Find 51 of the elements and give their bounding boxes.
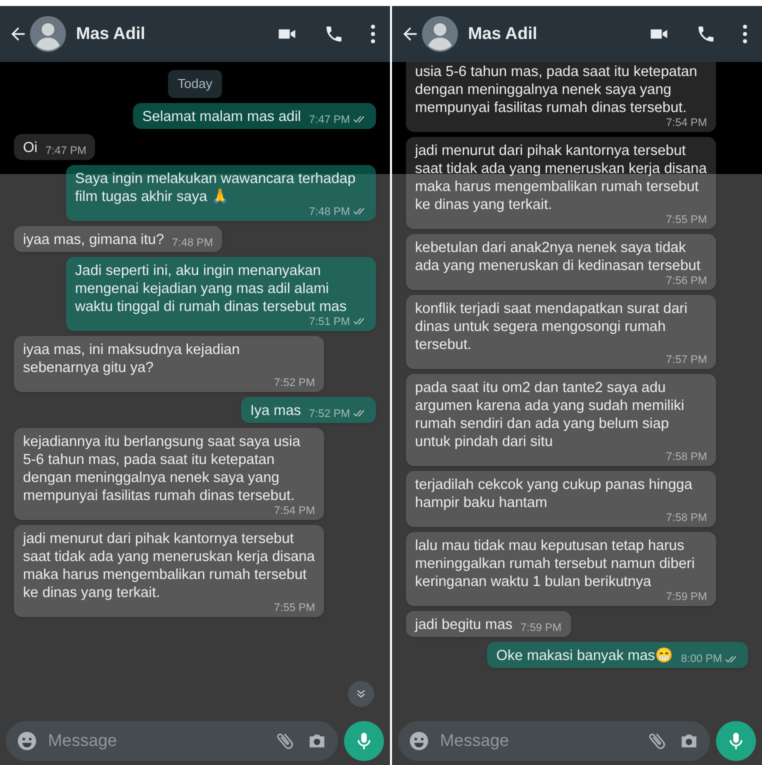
message-time: 7:47 PM bbox=[46, 144, 86, 156]
date-chip: Today bbox=[168, 70, 222, 98]
message-text: jadi menurut dari pihak kantornya tersebut saat tidak ada yang meneruskan kerja disana maka harus mengembalikan rumah tersebut ke dinas yang terkait. bbox=[415, 142, 707, 214]
message-time: 7:51 PM bbox=[309, 316, 350, 328]
message-text: pada saat itu om2 dan tante2 saya adu argumen karena ada yang sudah memiliki rumah sendiri dan ada yang belum siap untuk pindah dari situ bbox=[415, 379, 686, 451]
message-time: 7:58 PM bbox=[666, 512, 707, 524]
message-text: Oi bbox=[23, 138, 38, 156]
message-time: 7:58 PM bbox=[666, 451, 707, 463]
message-text: usia 5-6 tahun mas, pada saat itu ketepatan dengan meninggalnya nenek saya yang mempunyai fasilitas rumah dinas tersebut. bbox=[415, 63, 698, 117]
message-time: 7:59 PM bbox=[520, 622, 562, 634]
message-field[interactable]: Message bbox=[398, 721, 710, 761]
message-text: Oke makasi banyak mas😁 bbox=[496, 647, 674, 665]
phone-icon[interactable] bbox=[324, 24, 344, 44]
menu-icon[interactable] bbox=[370, 24, 376, 44]
message-time: 7:55 PM bbox=[274, 602, 315, 614]
message-text: kebetulan dari anak2nya nenek saya tidak ada yang meneruskan di kedinasan tersebut bbox=[415, 239, 702, 275]
message-time: 7:56 PM bbox=[666, 275, 707, 287]
message-time: 7:55 PM bbox=[666, 214, 707, 226]
message-text: Jadi seperti ini, aku ingin menanyakan mengenai kejadian yang mas adil alami waktu tinggal di rumah dinas tersebut mas bbox=[75, 262, 348, 316]
avatar-icon[interactable] bbox=[30, 16, 66, 52]
message-time: 7:57 PM bbox=[666, 354, 707, 366]
microphone-button[interactable] bbox=[716, 721, 756, 761]
message-text: jadi begitu mas bbox=[415, 616, 513, 634]
menu-icon[interactable] bbox=[742, 24, 748, 44]
avatar-icon[interactable] bbox=[422, 16, 458, 52]
contact-name: Mas Adil bbox=[468, 23, 538, 46]
message-time: 7:48 PM bbox=[309, 206, 350, 218]
emoji-icon[interactable] bbox=[408, 730, 430, 752]
message-text: Iya mas bbox=[250, 402, 302, 420]
message-text: jadi menurut dari pihak kantornya tersebut saat tidak ada yang meneruskan kerja disana maka harus mengembalikan rumah tersebut ke dinas yang terkait. bbox=[23, 530, 315, 602]
message-time: 7:52 PM bbox=[309, 408, 350, 420]
contact-name: Mas Adil bbox=[76, 23, 146, 46]
microphone-button[interactable] bbox=[344, 721, 384, 761]
message-time: 7:48 PM bbox=[172, 236, 214, 248]
message-time: 7:47 PM bbox=[309, 114, 350, 126]
message-text: konflik terjadi saat mendapatkan surat dari dinas untuk segera mengosongi rumah tersebut. bbox=[415, 300, 688, 354]
message-time: 7:54 PM bbox=[666, 117, 707, 129]
message-text: Selamat malam mas adil bbox=[142, 108, 302, 126]
message-text: Saya ingin melakukan wawancara terhadap film tugas akhir saya 🙏 bbox=[75, 170, 357, 206]
message-text: terjadilah cekcok yang cukup panas hingga hampir baku hantam bbox=[415, 476, 694, 512]
emoji-icon[interactable] bbox=[16, 730, 38, 752]
message-time: 7:59 PM bbox=[666, 591, 707, 603]
message-time: 7:54 PM bbox=[274, 504, 315, 516]
message-field[interactable]: Message bbox=[6, 721, 338, 761]
phone-icon[interactable] bbox=[696, 24, 716, 44]
message-time: 7:52 PM bbox=[274, 376, 315, 388]
message-text: iyaa mas, gimana itu? bbox=[23, 230, 164, 248]
message-text: kejadiannya itu berlangsung saat saya usia 5-6 tahun mas, pada saat itu ketepatan dengan meninggalnya nenek saya yang mempunyai fasilitas rumah dinas tersebut. bbox=[23, 432, 302, 504]
message-text: iyaa mas, ini maksudnya kejadian sebenarnya gitu ya? bbox=[23, 340, 241, 376]
message-text: lalu mau tidak mau keputusan tetap harus meninggalkan rumah tersebut namun diberi keringanan waktu 1 bulan berikutnya bbox=[415, 537, 696, 591]
message-time: 8:00 PM bbox=[681, 653, 722, 665]
